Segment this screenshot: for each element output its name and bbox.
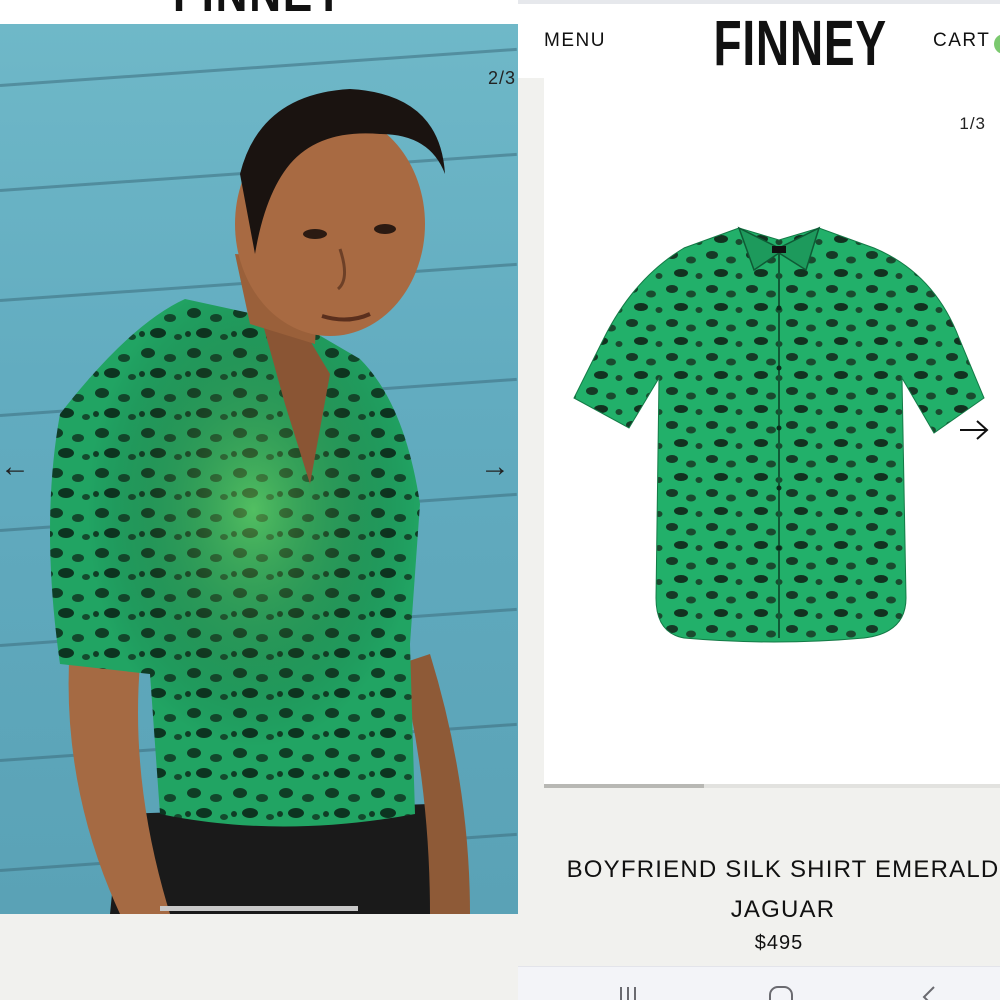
prev-image-arrow-icon[interactable]: ← [0,452,30,482]
cart-count-badge[interactable] [994,34,1000,54]
gallery-progress-fill [544,784,704,788]
menu-button[interactable]: MENU [544,30,606,52]
brand-logo[interactable]: FINNEY [713,6,886,80]
model-illustration [50,89,470,914]
right-product-screen: MENU FINNEY CART 1/3 BOYFRIEND SILK SHIR… [518,0,1000,1000]
image-counter: 2/3 [487,68,516,88]
gallery-progress-track [544,784,1000,788]
site-header: MENU FINNEY CART [518,4,1000,80]
product-price: $495 [754,932,804,954]
next-image-arrow-icon[interactable] [958,418,990,442]
shirt-product-image [573,226,985,643]
brand-logo-partial[interactable]: FINNEY [47,0,472,24]
home-icon[interactable] [768,985,794,1000]
system-navigation-bar [518,966,1000,1000]
left-product-screen: FINNEY [0,0,518,1000]
model-photo[interactable]: 2/3 ← → [0,24,518,914]
back-icon[interactable] [918,985,938,1000]
product-title: BOYFRIEND SILK SHIRT EMERALD JAGUAR [566,856,1000,923]
recents-icon[interactable] [618,985,640,1000]
image-progress-indicator [160,906,358,911]
next-image-arrow-icon[interactable]: → [480,452,510,482]
left-footer-area [0,914,518,1000]
left-header: FINNEY [0,0,518,24]
cart-button[interactable]: CART [933,30,990,52]
product-gallery[interactable]: 1/3 [544,78,1000,788]
